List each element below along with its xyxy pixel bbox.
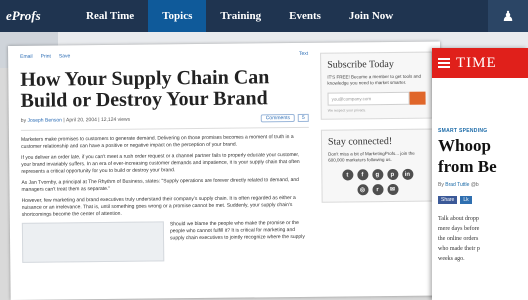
google-plus-icon[interactable]: g: [371, 169, 383, 181]
article-tools: Email Print Save Text: [20, 49, 308, 62]
time-logo[interactable]: TIME: [456, 55, 497, 72]
time-section-label[interactable]: SMART SPENDING: [432, 128, 528, 134]
article-sidebar: Subscribe Today IT'S FREE! Become a memb…: [320, 51, 434, 213]
site-logo[interactable]: eProfs: [0, 8, 72, 24]
twitter-icon[interactable]: t: [341, 169, 353, 181]
pinterest-icon[interactable]: p: [386, 168, 398, 181]
tools-spacer: [78, 54, 291, 56]
email-link[interactable]: Email: [20, 54, 33, 60]
time-body-line: the online orders: [438, 236, 479, 242]
subscribe-form: you@company.com: [327, 91, 426, 106]
site-top-nav: eProfs Real Time Topics Training Events …: [0, 0, 528, 32]
marketingprofs-article-page: Email Print Save Text How Your Supply Ch…: [8, 41, 443, 300]
like-button[interactable]: Lk: [460, 196, 472, 204]
instagram-icon[interactable]: ◎: [356, 184, 369, 196]
nav-real-time[interactable]: Real Time: [72, 0, 148, 32]
privacy-note: We respect your privacy.: [327, 108, 366, 113]
comments-count: 5: [297, 113, 309, 122]
subscribe-title: Subscribe Today: [327, 58, 394, 71]
time-article-panel: TIME SMART SPENDING Whoop from Be By Bra…: [432, 48, 528, 300]
time-body-line: Talk about dropp: [438, 216, 479, 222]
email-field[interactable]: you@company.com: [327, 91, 410, 106]
subscribe-text: IT'S FREE! Become a member to get tools …: [327, 73, 422, 86]
publish-date: April 20, 2004: [65, 117, 97, 124]
email-icon[interactable]: ✉: [386, 183, 399, 196]
article-title: How Your Supply Chain Can Build or Destr…: [20, 66, 270, 112]
nav-topics[interactable]: Topics: [148, 0, 207, 32]
comments-widget[interactable]: Comments 5: [260, 113, 309, 123]
facebook-icon[interactable]: f: [356, 169, 368, 181]
time-body-line: mere days before: [438, 226, 480, 232]
print-link[interactable]: Print: [41, 54, 51, 60]
time-byline-prefix: By: [438, 182, 444, 188]
time-share-buttons: Share Lk: [432, 196, 528, 204]
connect-title: Stay connected!: [327, 135, 393, 148]
nav-join-now[interactable]: Join Now: [335, 0, 407, 32]
article-paragraph: As Jan Tvornby, a principal at The Rhyth…: [21, 176, 299, 193]
rss-icon[interactable]: r: [371, 184, 384, 196]
article-aside-text: Should we blame the people who make the …: [169, 219, 305, 242]
divider: [20, 126, 309, 131]
author-link[interactable]: Joseph Benson: [27, 117, 62, 123]
article-byline: by Joseph Benson | April 20, 2004 | 12,1…: [21, 113, 309, 126]
social-icons: t f g p in ◎ r ✉: [328, 168, 426, 196]
time-body-line: weeks ago.: [438, 256, 465, 262]
view-count: 12,124 views: [100, 116, 131, 124]
time-header: TIME: [432, 48, 528, 78]
time-headline-line-2: from Be: [438, 157, 497, 176]
hamburger-menu-icon[interactable]: [438, 58, 450, 68]
user-icon: ♟: [501, 7, 515, 24]
time-headline-line-1: Whoop: [438, 136, 491, 155]
article-paragraph: However, few marketing and brand executi…: [21, 194, 296, 218]
user-account-button[interactable]: ♟: [488, 0, 528, 32]
article-main: Email Print Save Text How Your Supply Ch…: [20, 49, 310, 263]
time-byline: By Brad Tuttle @b: [432, 182, 528, 188]
save-link[interactable]: Save: [59, 53, 70, 59]
linkedin-icon[interactable]: in: [401, 168, 413, 180]
facebook-share-button[interactable]: Share: [438, 196, 458, 204]
time-ad-space: [432, 78, 528, 128]
nav-events[interactable]: Events: [275, 0, 335, 32]
comments-button[interactable]: Comments: [260, 113, 296, 123]
article-paragraph: Marketers make promises to customers to …: [20, 134, 294, 150]
article-paragraph: If you deliver an order late, if you can…: [21, 151, 300, 175]
time-byline-handle[interactable]: @b: [471, 182, 479, 188]
time-author-link[interactable]: Brad Tuttle: [445, 182, 469, 188]
article-image: [21, 221, 165, 263]
byline-prefix: by: [20, 117, 27, 124]
connect-widget: Stay connected! Don't miss a bit of Mark…: [320, 128, 434, 203]
subscribe-widget: Subscribe Today IT'S FREE! Become a memb…: [320, 51, 433, 120]
subscribe-button[interactable]: [409, 91, 426, 105]
connect-text: Don't miss a bit of MarketingProfs... jo…: [328, 150, 415, 163]
article-figure-row: Should we blame the people who make the …: [21, 219, 310, 263]
nav-training[interactable]: Training: [206, 0, 275, 32]
text-size-label[interactable]: Text: [299, 51, 308, 57]
time-body-line: who made their p: [438, 246, 480, 252]
